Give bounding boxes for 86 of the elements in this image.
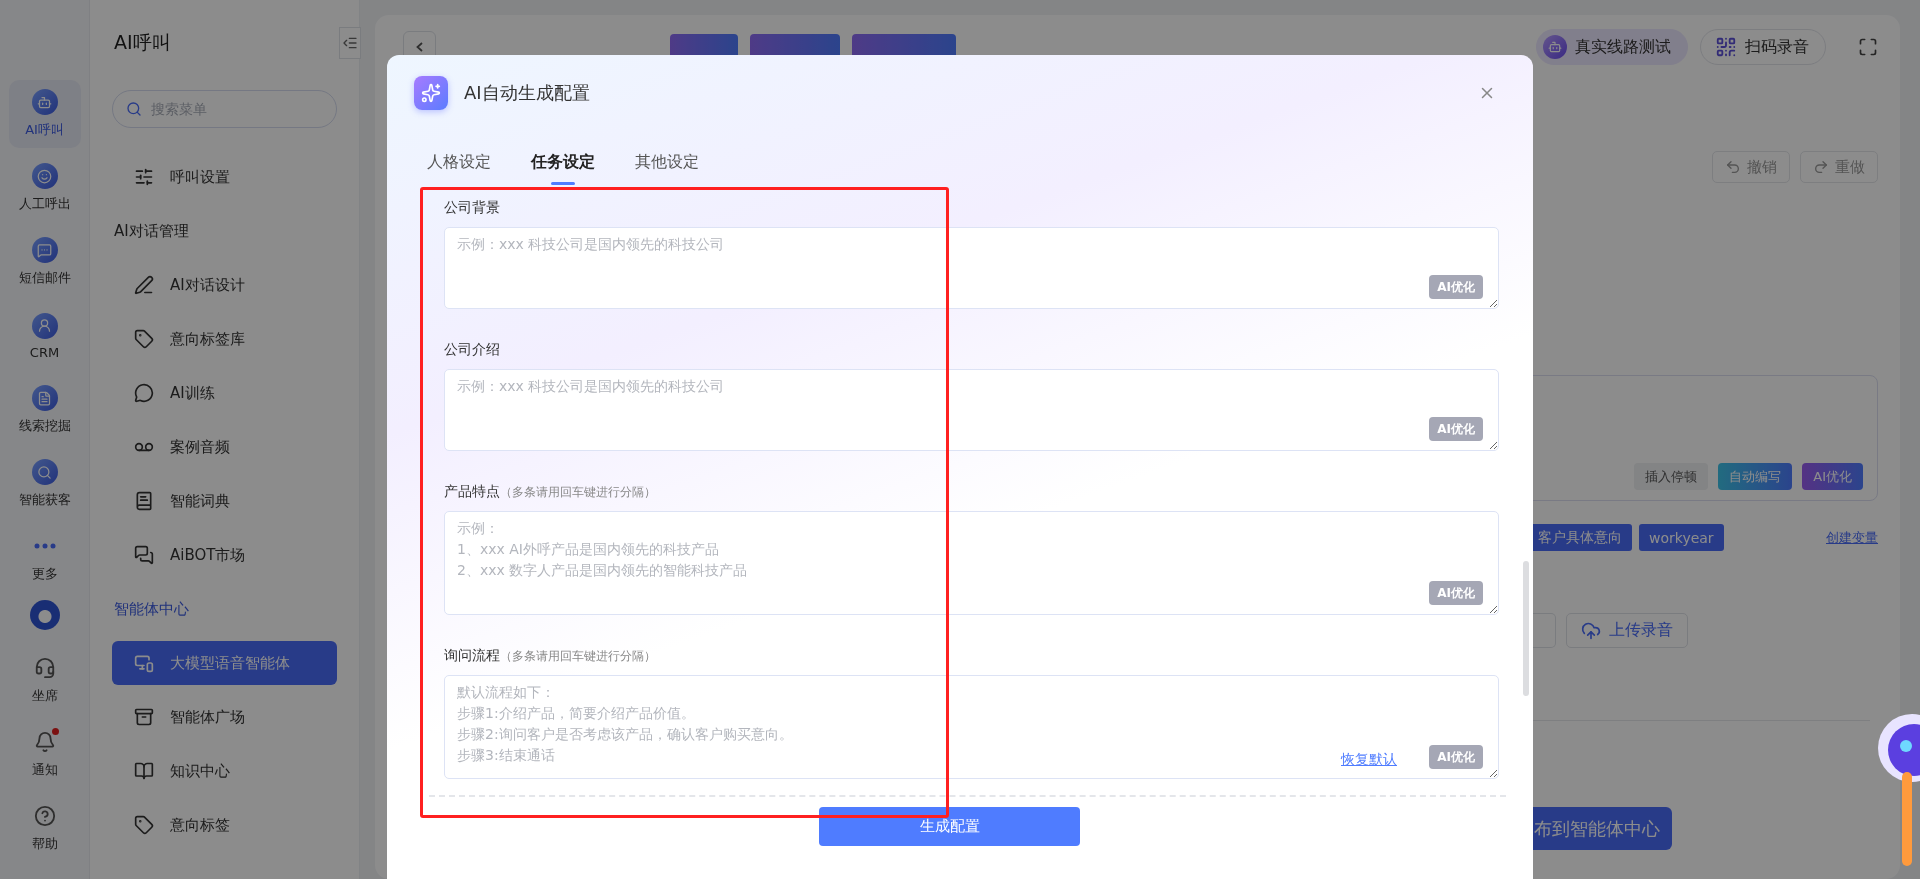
menu-icon: [31, 459, 58, 485]
menu-group-heading: AI对话管理: [113, 220, 190, 242]
sidebar-item[interactable]: 知识中心: [112, 749, 337, 793]
dialog-title: AI自动生成配置: [464, 81, 590, 105]
tab[interactable]: 人格设定: [427, 152, 491, 185]
menu-icon: [134, 329, 154, 349]
bell-icon: [33, 731, 56, 753]
nav-item[interactable]: CRM: [8, 302, 81, 370]
restore-default-link[interactable]: 恢复默认: [1341, 751, 1397, 769]
tab[interactable]: 任务设定: [531, 152, 595, 185]
tab[interactable]: 其他设定: [635, 152, 699, 185]
field-label: 公司介绍: [444, 341, 500, 359]
qr-icon: [1715, 36, 1737, 58]
field-hint: （多条请用回车键进行分隔）: [500, 484, 656, 501]
sidebar-item[interactable]: AI对话设计: [112, 263, 337, 307]
nav-item[interactable]: 帮助: [8, 794, 81, 862]
help-icon: [33, 805, 56, 827]
variable-tag[interactable]: workyear: [1639, 524, 1724, 551]
sidebar-item[interactable]: 呼叫设置: [112, 155, 337, 199]
nav-item[interactable]: 通知: [8, 720, 81, 788]
scan-record-button[interactable]: 扫码录音: [1700, 29, 1826, 65]
sidebar-item[interactable]: 智能词典: [112, 479, 337, 523]
nav-item[interactable]: 智能获客: [8, 450, 81, 518]
collapse-icon: [342, 35, 358, 51]
placeholder-text: 示例：xxx 科技公司是国内领先的科技公司: [457, 235, 725, 254]
placeholder-text: 默认流程如下：: [457, 683, 556, 702]
sidebar-item[interactable]: 意向标签: [112, 803, 337, 847]
sidebar-item[interactable]: 意向标签库: [112, 317, 337, 361]
field-label: 询问流程: [444, 647, 500, 665]
undo-icon: [1725, 159, 1741, 175]
collapse-button[interactable]: [339, 27, 361, 59]
nav-item[interactable]: AI呼叫: [8, 80, 81, 148]
nav-item[interactable]: 线索挖掘: [8, 376, 81, 444]
menu-icon: [134, 275, 154, 295]
menu-icon: [31, 89, 58, 115]
placeholder-text: 2、xxx 数字人产品是国内领先的智能科技产品: [457, 561, 748, 580]
redo-icon: [1813, 159, 1829, 175]
field-label: 公司背景: [444, 199, 500, 217]
menu-icon: [134, 707, 154, 727]
fullscreen-icon[interactable]: [1858, 37, 1878, 57]
create-variable-link[interactable]: 创建变量: [1826, 528, 1878, 547]
menu-icon: [31, 385, 58, 411]
menu-icon: [134, 761, 154, 781]
sidebar-item[interactable]: 案例音频: [112, 425, 337, 469]
headset-icon: [33, 657, 56, 679]
cloud-upload-icon: [1581, 620, 1601, 641]
sparkle-icon: [414, 76, 448, 110]
placeholder-text: 步骤2:询问客户是否考虑该产品，确认客户购买意向。: [457, 725, 793, 744]
nav-item[interactable]: 坐席: [8, 646, 81, 714]
menu-icon: [134, 167, 154, 187]
menu-group-heading: 智能体中心: [113, 598, 190, 620]
placeholder-text: 示例：xxx 科技公司是国内领先的科技公司: [457, 377, 725, 396]
sidebar-item[interactable]: 智能体广场: [112, 695, 337, 739]
search-icon: [126, 101, 142, 117]
menu-icon: [134, 815, 154, 835]
nav-item[interactable]: 更多: [8, 524, 81, 592]
menu-icon: [134, 545, 154, 565]
menu-icon: [31, 163, 58, 189]
nav-item[interactable]: 短信邮件: [8, 228, 81, 296]
placeholder-text: 步骤3:结束通话: [457, 746, 556, 765]
generate-button[interactable]: 生成配置: [819, 807, 1080, 846]
menu-icon: [31, 237, 58, 263]
line-test-button[interactable]: 真实线路测试: [1536, 29, 1688, 65]
menu-icon: [134, 491, 154, 511]
field-hint: （多条请用回车键进行分隔）: [500, 648, 656, 665]
placeholder-text: 1、xxx AI外呼产品是国内领先的科技产品: [457, 540, 720, 559]
editor-button[interactable]: 插入停顿: [1634, 463, 1709, 490]
field-label: 产品特点: [444, 483, 500, 501]
chevron-left-icon: [416, 42, 423, 52]
menu-icon: [134, 383, 154, 403]
placeholder-text: 示例：: [457, 519, 500, 538]
nav-item[interactable]: 人工呼出: [8, 154, 81, 222]
avatar[interactable]: [29, 600, 60, 630]
menu-icon: [134, 653, 154, 673]
menu-icon: [31, 312, 58, 339]
more-icon: [33, 543, 56, 549]
editor-button[interactable]: AI优化: [1802, 463, 1863, 490]
sidebar-title: AI呼叫: [113, 30, 172, 55]
robot-icon: [1543, 35, 1567, 59]
placeholder-text: 步骤1:介绍产品，简要介绍产品价值。: [457, 704, 696, 723]
scrollbar-thumb[interactable]: [1523, 561, 1529, 696]
editor-button[interactable]: 自动编写: [1718, 463, 1793, 490]
upload-button[interactable]: 上传录音: [1566, 613, 1688, 648]
sidebar-item[interactable]: 大模型语音智能体: [112, 641, 337, 685]
sidebar-item[interactable]: AI训练: [112, 371, 337, 415]
sidebar-item[interactable]: AiBOT市场: [112, 533, 337, 577]
